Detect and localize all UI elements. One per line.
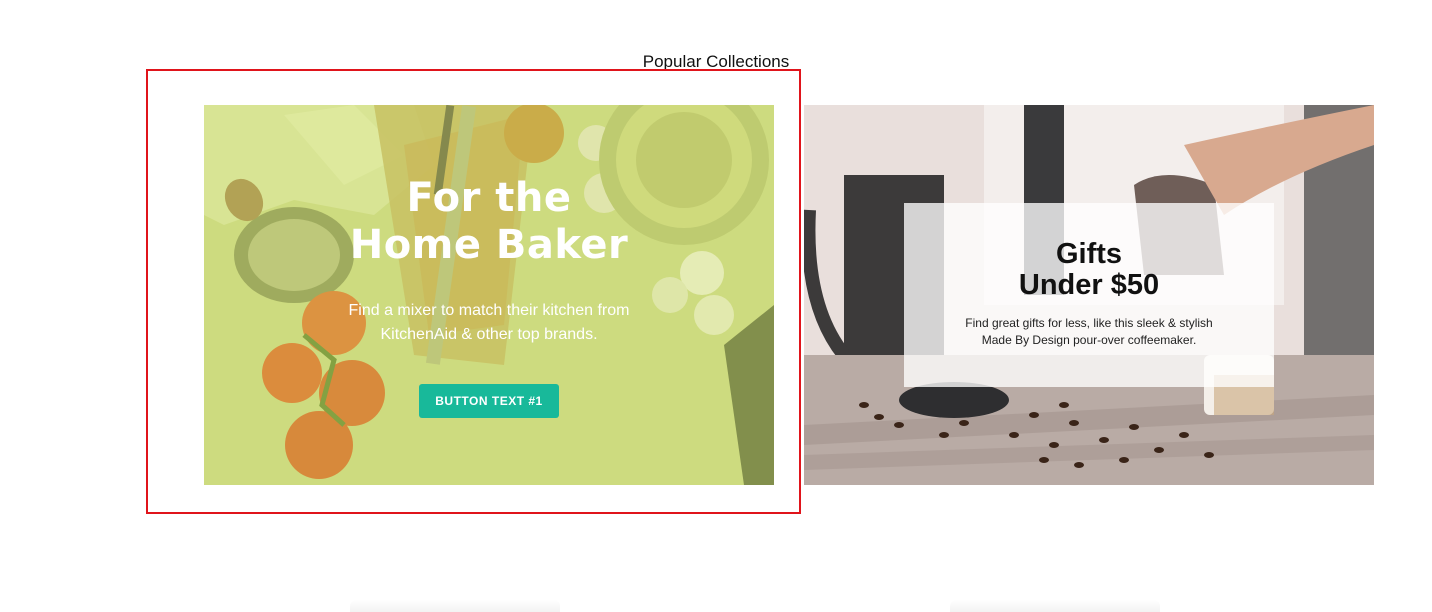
home-baker-title: For the Home Baker [289, 175, 689, 269]
gifts-title-line2: Under $50 [1018, 269, 1160, 301]
collection-card-home-baker[interactable]: For the Home Baker Find a mixer to match… [204, 105, 774, 485]
home-baker-cta-button[interactable]: BUTTON TEXT #1 [419, 384, 559, 418]
page: Popular Collections For the Home Baker F… [0, 0, 1432, 612]
gifts-title-line1: Gifts [1055, 238, 1123, 270]
home-baker-description: Find a mixer to match their kitchen from… [348, 302, 630, 343]
home-baker-title-line2: Home Baker [349, 222, 629, 268]
section-title: Popular Collections [642, 52, 790, 71]
home-baker-content: For the Home Baker Find a mixer to match… [204, 175, 774, 418]
next-row-card-hint [350, 600, 560, 612]
home-baker-title-line1: For the [406, 175, 572, 221]
next-row-card-hint [950, 600, 1160, 612]
gifts-title: Gifts Under $50 [904, 239, 1274, 301]
gifts-description: Find great gifts for less, like this sle… [965, 316, 1213, 347]
gifts-text-panel: Gifts Under $50 Find great gifts for les… [904, 203, 1274, 387]
collection-card-gifts-under-50[interactable]: Gifts Under $50 Find great gifts for les… [804, 105, 1374, 485]
